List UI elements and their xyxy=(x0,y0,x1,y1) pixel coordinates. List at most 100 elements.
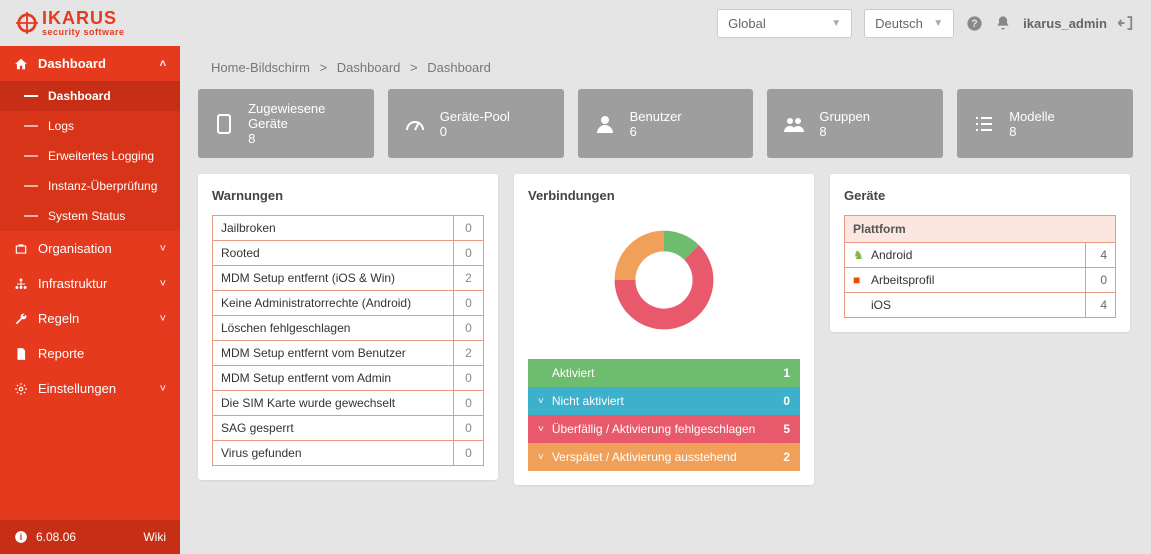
warning-row[interactable]: MDM Setup entfernt vom Admin0 xyxy=(213,366,484,391)
warning-row[interactable]: Jailbroken0 xyxy=(213,216,484,241)
list-icon xyxy=(971,111,997,137)
stat-card-users[interactable]: Gruppen8 xyxy=(767,89,943,158)
chevron-down-icon: ˅ xyxy=(160,243,166,255)
sidebar-item-einstellungen[interactable]: Einstellungen ˅ xyxy=(0,371,180,406)
warning-label: MDM Setup entfernt vom Benutzer xyxy=(213,341,454,366)
stat-card-tablet[interactable]: Zugewiesene Geräte8 xyxy=(198,89,374,158)
chevron-down-icon: ˅ xyxy=(538,424,544,435)
connection-row[interactable]: ˅Nicht aktiviert0 xyxy=(528,387,800,415)
warning-count: 0 xyxy=(454,241,484,266)
warning-row[interactable]: Die SIM Karte wurde gewechselt0 xyxy=(213,391,484,416)
sidebar-label: Einstellungen xyxy=(38,381,116,396)
sidebar-item-organisation[interactable]: Organisation˅ xyxy=(0,231,180,266)
connection-label: Verspätet / Aktivierung ausstehend xyxy=(552,450,737,464)
stat-value: 8 xyxy=(819,124,870,139)
chevron-down-icon: ˅ xyxy=(538,452,544,463)
device-row[interactable]: ■Arbeitsprofil0 xyxy=(845,268,1116,293)
sidebar-item-infrastruktur[interactable]: Infrastruktur˅ xyxy=(0,266,180,301)
language-value: Deutsch xyxy=(875,16,923,31)
language-dropdown[interactable]: Deutsch ▼ xyxy=(864,9,954,38)
warnings-table: Jailbroken0Rooted0MDM Setup entfernt (iO… xyxy=(212,215,484,466)
home-icon xyxy=(14,57,28,71)
dash-icon xyxy=(24,95,38,97)
info-icon: i xyxy=(14,530,28,544)
warning-row[interactable]: Rooted0 xyxy=(213,241,484,266)
sidebar-label: Reporte xyxy=(38,346,84,361)
chevron-down-icon: ˅ xyxy=(538,396,544,407)
warning-row[interactable]: MDM Setup entfernt vom Benutzer2 xyxy=(213,341,484,366)
chevron-down-icon: ˅ xyxy=(160,383,166,395)
warning-row[interactable]: Löschen fehlgeschlagen0 xyxy=(213,316,484,341)
breadcrumb-item[interactable]: Home-Bildschirm xyxy=(211,60,310,75)
warning-count: 2 xyxy=(454,341,484,366)
stat-label: Modelle xyxy=(1009,109,1055,124)
wiki-link[interactable]: Wiki xyxy=(143,530,166,544)
sidebar-label: Dashboard xyxy=(38,56,106,71)
sidebar-item-regeln[interactable]: Regeln˅ xyxy=(0,301,180,336)
connection-row[interactable]: ˅Verspätet / Aktivierung ausstehend2 xyxy=(528,443,800,471)
warning-row[interactable]: Keine Administratorrechte (Android)0 xyxy=(213,291,484,316)
scope-dropdown[interactable]: Global ▼ xyxy=(717,9,852,38)
main-content: Home-Bildschirm > Dashboard > Dashboard … xyxy=(180,46,1151,554)
dash-icon xyxy=(24,125,38,127)
top-header: IKARUS security software Global ▼ Deutsc… xyxy=(0,0,1151,46)
warning-row[interactable]: MDM Setup entfernt (iOS & Win)2 xyxy=(213,266,484,291)
svg-text:?: ? xyxy=(971,18,977,30)
connection-row[interactable]: ˅Aktiviert1 xyxy=(528,359,800,387)
sidebar-sub-item[interactable]: Erweitertes Logging xyxy=(0,141,180,171)
bell-icon[interactable] xyxy=(995,15,1011,31)
brand-name: IKARUS xyxy=(42,9,125,27)
sidebar-sub-label: Dashboard xyxy=(48,89,111,103)
device-count: 0 xyxy=(1086,268,1116,293)
chevron-down-icon: ▼ xyxy=(831,18,841,29)
connection-count: 1 xyxy=(783,366,790,380)
stat-label: Geräte-Pool xyxy=(440,109,510,124)
warning-label: SAG gesperrt xyxy=(213,416,454,441)
warning-label: Die SIM Karte wurde gewechselt xyxy=(213,391,454,416)
connection-label: Überfällig / Aktivierung fehlgeschlagen xyxy=(552,422,755,436)
device-label: ■Arbeitsprofil xyxy=(845,268,1086,293)
connection-count: 0 xyxy=(783,394,790,408)
sidebar-sub-dashboard: Dashboard Logs Erweitertes LoggingInstanz-… xyxy=(0,81,180,231)
stat-card-gauge[interactable]: Geräte-Pool0 xyxy=(388,89,564,158)
sidebar-sub-item[interactable]: Dashboard xyxy=(0,81,180,111)
dash-icon xyxy=(24,185,38,187)
warning-row[interactable]: Virus gefunden0 xyxy=(213,441,484,466)
warning-count: 0 xyxy=(454,291,484,316)
platform-icon: ♞ xyxy=(853,248,865,262)
warning-count: 0 xyxy=(454,316,484,341)
user-menu[interactable]: ikarus_admin xyxy=(1023,14,1135,32)
warning-count: 0 xyxy=(454,391,484,416)
stats-row: Zugewiesene Geräte8Geräte-Pool0Benutzer6… xyxy=(198,89,1133,158)
warning-row[interactable]: SAG gesperrt0 xyxy=(213,416,484,441)
connection-row[interactable]: ˅ Überfällig / Aktivierung fehlgeschlagen… xyxy=(528,415,800,443)
sidebar-item-dashboard[interactable]: Dashboard ˄ xyxy=(0,46,180,81)
breadcrumb-item[interactable]: Dashboard xyxy=(337,60,401,75)
logout-icon[interactable] xyxy=(1117,14,1135,32)
device-label: iOS xyxy=(845,293,1086,318)
gauge-icon xyxy=(402,111,428,137)
network-icon xyxy=(14,277,28,291)
donut-slice xyxy=(615,231,664,280)
warning-label: Rooted xyxy=(213,241,454,266)
sidebar-item-reporte[interactable]: Reporte xyxy=(0,336,180,371)
brand-logo[interactable]: IKARUS security software xyxy=(16,9,125,37)
sidebar-sub-label: Logs xyxy=(48,119,74,133)
device-row[interactable]: ♞Android4 xyxy=(845,243,1116,268)
stat-card-list[interactable]: Modelle8 xyxy=(957,89,1133,158)
target-icon xyxy=(16,12,38,34)
stat-value: 8 xyxy=(248,131,360,146)
sidebar-sub-item[interactable]: Instanz-Überprüfung xyxy=(0,171,180,201)
username: ikarus_admin xyxy=(1023,16,1107,31)
sidebar-sub-item[interactable]: Logs xyxy=(0,111,180,141)
help-icon[interactable]: ? xyxy=(966,15,983,32)
connection-label: Aktiviert xyxy=(552,366,595,380)
breadcrumb-item: Dashboard xyxy=(427,60,491,75)
stat-label: Gruppen xyxy=(819,109,870,124)
warning-label: Jailbroken xyxy=(213,216,454,241)
stat-card-user[interactable]: Benutzer6 xyxy=(578,89,754,158)
wrench-icon xyxy=(14,312,28,326)
svg-text:i: i xyxy=(20,532,22,542)
device-row[interactable]: iOS4 xyxy=(845,293,1116,318)
sidebar-sub-item[interactable]: System Status xyxy=(0,201,180,231)
